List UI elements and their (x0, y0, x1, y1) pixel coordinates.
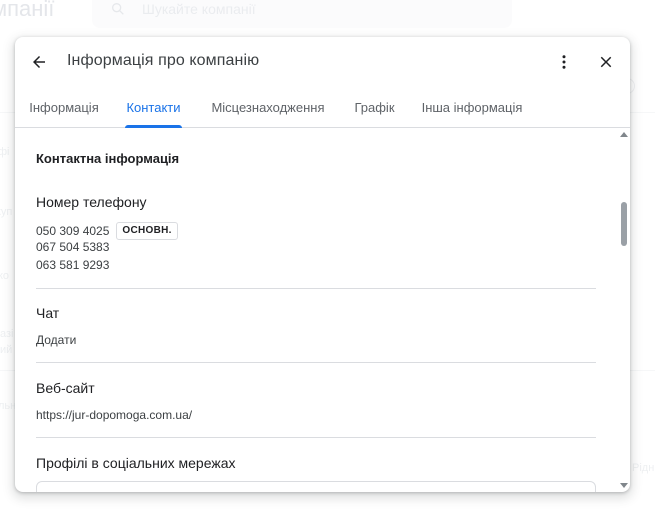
dialog-header: Інформація про компанію (15, 37, 630, 87)
section-divider (36, 288, 596, 289)
website-value[interactable]: https://jur-dopomoga.com.ua/ (36, 408, 192, 422)
back-button[interactable] (25, 48, 53, 76)
tab-info[interactable]: Інформація (29, 87, 99, 127)
section-divider (36, 362, 596, 363)
background-page-title: мпанії (0, 0, 55, 21)
background-side-text: ко (0, 270, 10, 282)
background-search-bar: Шукайте компанії (92, 0, 512, 28)
social-profile-field[interactable] (36, 481, 596, 492)
company-info-dialog: Інформація про компанію Інформація Конта… (15, 37, 630, 492)
phone-number: 050 309 4025 (36, 224, 110, 238)
background-side-text: азі (0, 328, 14, 340)
social-profiles-label: Профілі в соціальних мережах (36, 455, 236, 471)
arrow-back-icon (33, 56, 45, 68)
close-button[interactable] (592, 48, 620, 76)
phone-label: Номер телефону (36, 194, 147, 210)
dialog-title: Інформація про компанію (67, 52, 260, 69)
tab-other-info[interactable]: Інша інформація (419, 87, 525, 127)
tab-contacts[interactable]: Контакти (119, 87, 188, 127)
background-side-text: ий (0, 344, 13, 356)
chat-add-link[interactable]: Додати (36, 333, 76, 347)
tab-bar: Інформація Контакти Місцезнаходження Гра… (15, 87, 630, 128)
website-label: Веб-сайт (36, 380, 95, 396)
background-side-text: куп (0, 206, 13, 218)
background-side-text: льн (0, 400, 17, 412)
scroll-down-arrow-icon[interactable] (620, 481, 628, 489)
background-side-text: Рідн (632, 462, 655, 474)
search-icon (112, 2, 124, 15)
scrollbar-thumb[interactable] (621, 202, 627, 246)
active-tab-indicator (125, 125, 182, 128)
contacts-panel: Контактна інформація Номер телефону 050 … (15, 129, 630, 492)
section-divider (36, 437, 596, 438)
more-options-button[interactable] (550, 48, 578, 76)
close-icon (600, 56, 612, 68)
tab-schedule[interactable]: Графік (348, 87, 401, 127)
phone-number[interactable]: 063 581 9293 (36, 258, 109, 272)
phone-primary-row[interactable]: 050 309 4025 ОСНОВН. (36, 222, 178, 240)
background-search-placeholder: Шукайте компанії (142, 1, 256, 17)
chat-label: Чат (36, 305, 60, 321)
scrollbar[interactable] (618, 129, 630, 492)
section-heading: Контактна інформація (36, 151, 180, 166)
more-vert-icon (562, 55, 566, 69)
tab-location[interactable]: Місцезнаходження (208, 87, 328, 127)
primary-badge: ОСНОВН. (116, 222, 178, 240)
background-side-text: фі (0, 146, 10, 158)
phone-number[interactable]: 067 504 5383 (36, 240, 109, 254)
scroll-up-arrow-icon[interactable] (620, 131, 628, 139)
